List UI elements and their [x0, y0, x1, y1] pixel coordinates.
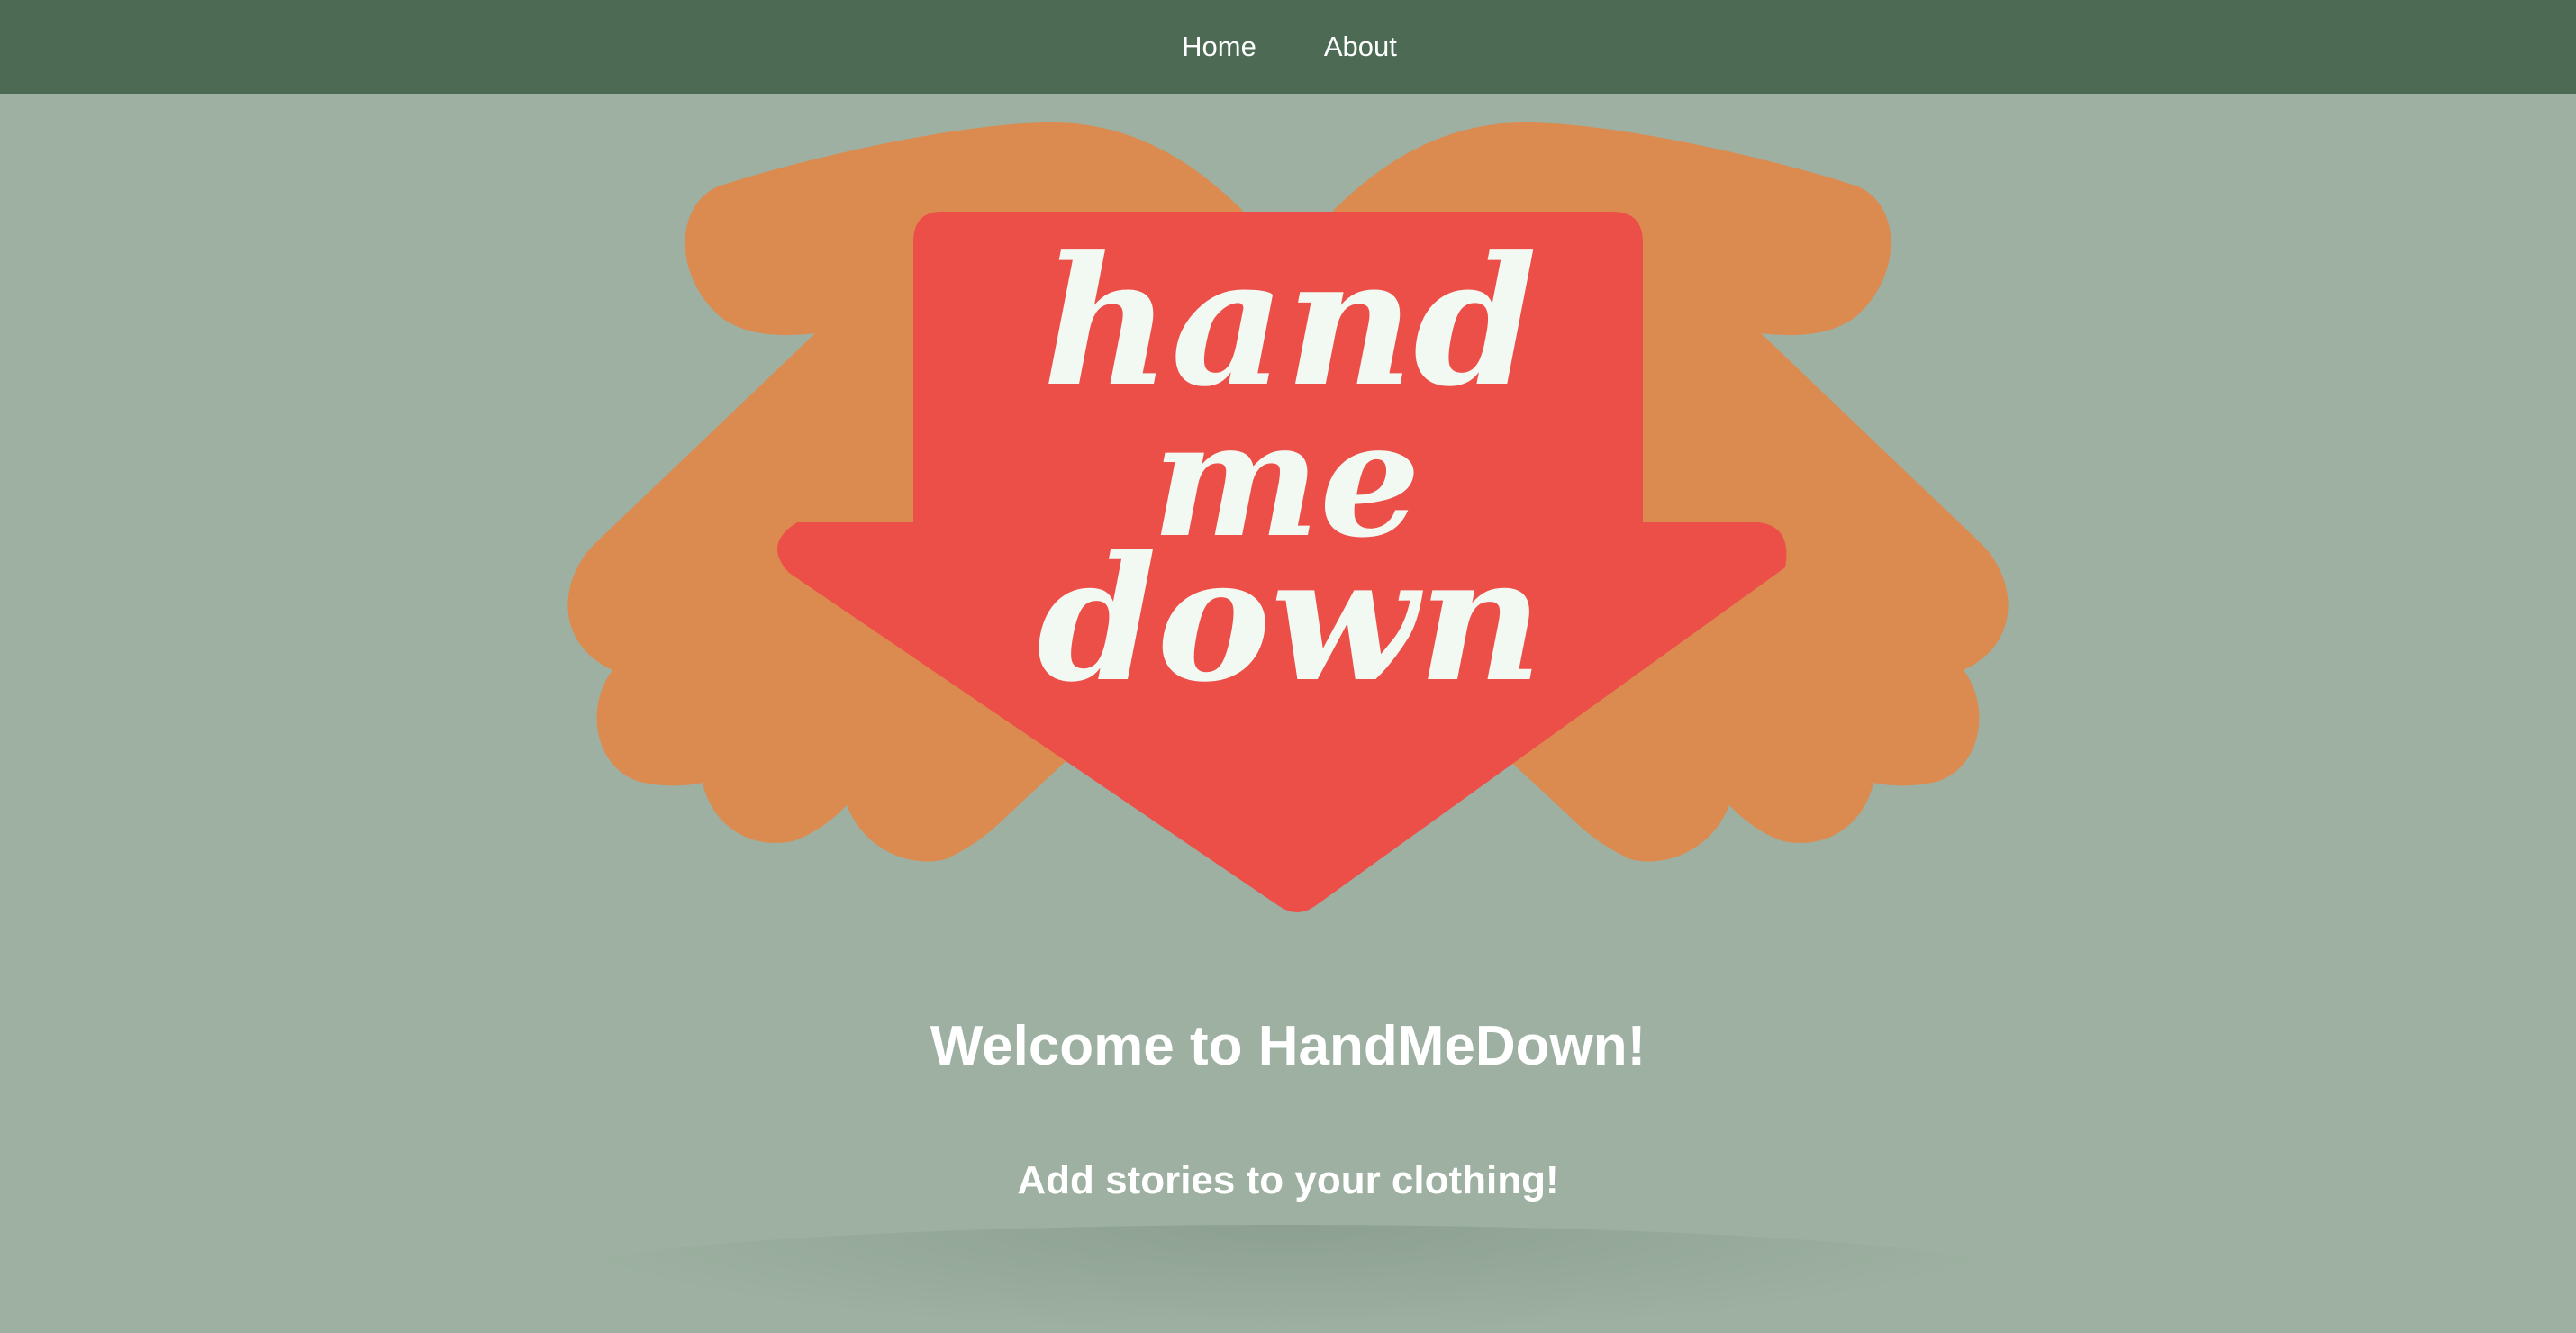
page-subtitle: Add stories to your clothing! [1017, 1158, 1559, 1202]
logo-illustration: hand me down [567, 122, 2009, 912]
top-navbar: Home About [0, 0, 2576, 94]
page-title: Welcome to HandMeDown! [930, 1015, 1646, 1077]
handmedown-logo: hand me down [0, 94, 2576, 940]
logo-word-down: down [1037, 519, 1542, 720]
nav-link-home[interactable]: Home [1179, 31, 1256, 63]
nav-link-about[interactable]: About [1321, 31, 1397, 63]
content-card-edge [540, 1225, 2036, 1333]
